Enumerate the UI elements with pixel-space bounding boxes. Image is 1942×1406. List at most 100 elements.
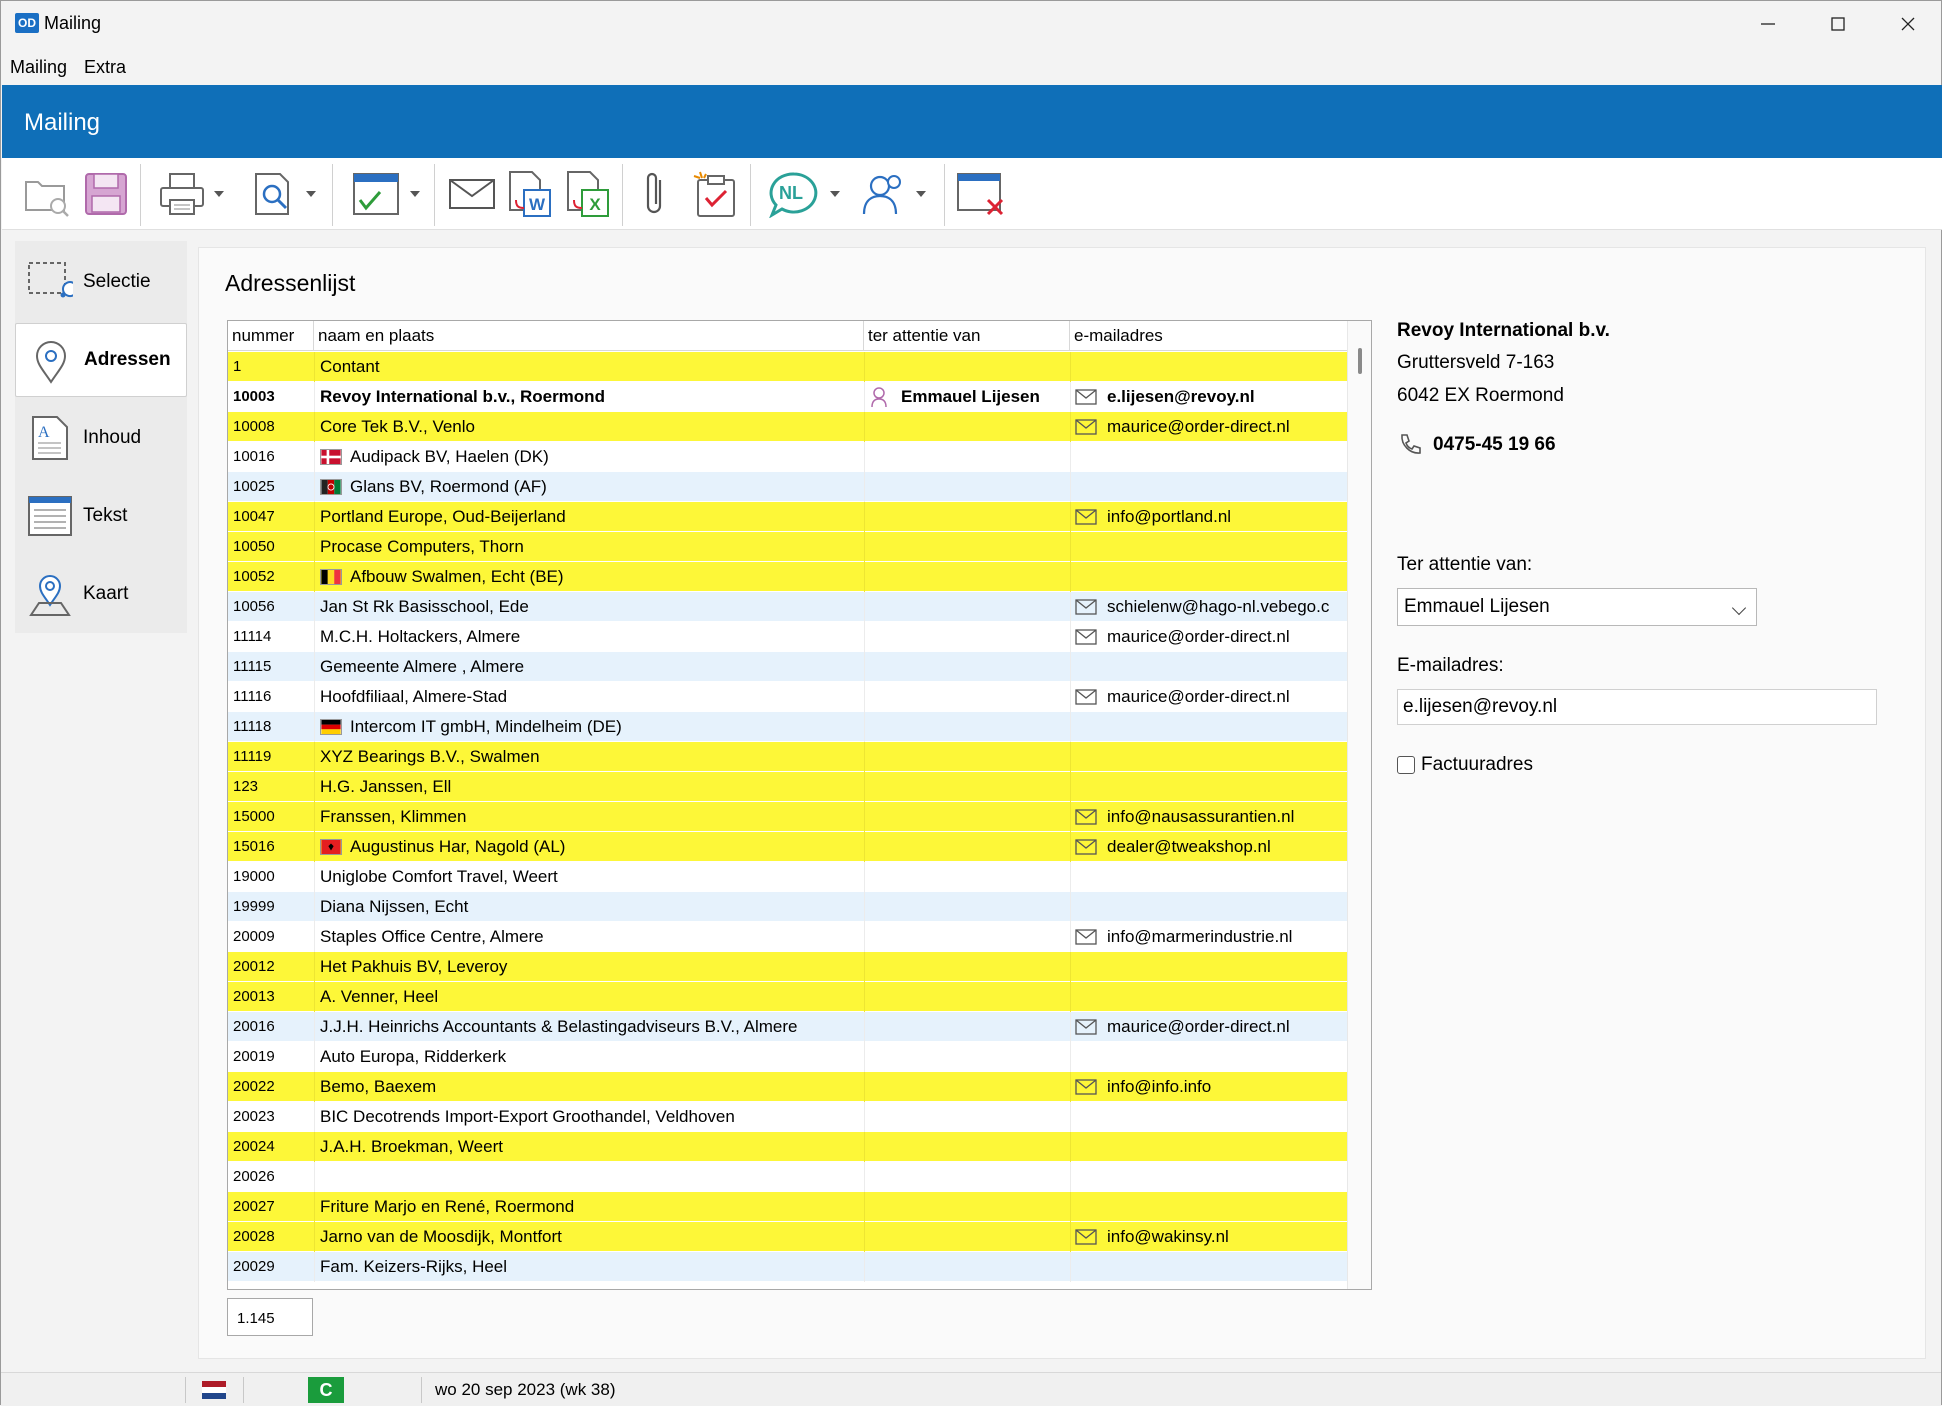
table-row[interactable]: 11116 Hoofdfiliaal, Almere-Stad maurice@or…	[228, 681, 1348, 712]
email-label: E-mailadres:	[1397, 655, 1504, 676]
cell-nummer: 11114	[233, 628, 272, 645]
menu-extra[interactable]: Extra	[84, 57, 126, 78]
select-dropdown-icon[interactable]	[410, 191, 420, 197]
cell-naam-text: J.A.H. Broekman, Weert	[320, 1136, 503, 1156]
nav-item-selectie[interactable]: Selectie	[15, 245, 187, 319]
email-button[interactable]	[448, 166, 496, 222]
table-row[interactable]: 20009 Staples Office Centre, Almere info@m…	[228, 921, 1348, 952]
table-row[interactable]: 20013 A. Venner, Heel	[228, 981, 1348, 1012]
phone-icon	[1401, 434, 1421, 454]
cell-nummer: 20022	[233, 1078, 275, 1095]
scroll-thumb[interactable]	[1358, 348, 1362, 374]
table-row[interactable]: 11115 Gemeente Almere , Almere	[228, 651, 1348, 682]
table-row[interactable]: 10056 Jan St Rk Basisschool, Ede schielenw…	[228, 591, 1348, 622]
table-row[interactable]: 10052 Afbouw Swalmen, Echt (BE)	[228, 561, 1348, 592]
flag-af-icon	[320, 478, 342, 495]
vertical-scrollbar[interactable]	[1347, 321, 1371, 1289]
table-row[interactable]: 15000 Franssen, Klimmen info@nausassuranti…	[228, 801, 1348, 832]
cell-naam: BIC Decotrends Import-Export Groothandel…	[314, 1101, 864, 1132]
close-button[interactable]	[1873, 1, 1942, 47]
nav-item-kaart[interactable]: Kaart	[15, 557, 187, 631]
table-row[interactable]: 20027 Friture Marjo en René, Roermond	[228, 1191, 1348, 1222]
column-header-email[interactable]: e-mailadres	[1070, 321, 1348, 350]
select-all-button[interactable]	[352, 166, 420, 222]
table-row[interactable]: 11114 M.C.H. Holtackers, Almere maurice@or…	[228, 621, 1348, 652]
cell-nummer: 20009	[233, 928, 275, 945]
cell-attentie	[864, 981, 1070, 1012]
table-row[interactable]: 10008 Core Tek B.V., Venlo maurice@order-d…	[228, 411, 1348, 442]
text-lines-icon	[28, 496, 72, 536]
table-row[interactable]: 123 H.G. Janssen, Ell	[228, 771, 1348, 802]
envelope-icon	[1075, 1228, 1097, 1245]
cell-naam: Revoy International b.v., Roermond	[314, 381, 864, 412]
table-row[interactable]: 20024 J.A.H. Broekman, Weert	[228, 1131, 1348, 1162]
table-row[interactable]: 1 Contant	[228, 351, 1348, 382]
minimize-button[interactable]	[1733, 1, 1803, 47]
cell-email-text: schielenw@hago-nl.vebego.c	[1107, 596, 1330, 616]
table-row[interactable]: 19999 Diana Nijssen, Echt	[228, 891, 1348, 922]
attachment-button[interactable]	[638, 166, 674, 222]
table-row[interactable]: 20019 Auto Europa, Ridderkerk	[228, 1041, 1348, 1072]
detail-phone[interactable]: 0475-45 19 66	[1433, 434, 1556, 456]
column-header-naam[interactable]: naam en plaats	[314, 321, 864, 350]
cell-attentie	[864, 891, 1070, 922]
table-row[interactable]: 20022 Bemo, Baexem info@info.info	[228, 1071, 1348, 1102]
menu-mailing[interactable]: Mailing	[10, 57, 67, 78]
invoice-address-checkbox-row[interactable]: Factuuradres	[1397, 754, 1533, 776]
table-row[interactable]: 11119 XYZ Bearings B.V., Swalmen	[228, 741, 1348, 772]
table-row[interactable]: 11118 Intercom IT gmbH, Mindelheim (DE)	[228, 711, 1348, 742]
close-window-button[interactable]	[956, 166, 1006, 222]
contact-dropdown-icon[interactable]	[916, 191, 926, 197]
nav-item-inhoud[interactable]: A Inhoud	[15, 401, 187, 475]
table-row[interactable]: 20026	[228, 1161, 1348, 1192]
preview-dropdown-icon[interactable]	[306, 191, 316, 197]
cell-attentie	[864, 1251, 1070, 1282]
preview-button[interactable]	[252, 166, 316, 222]
cell-attentie	[864, 441, 1070, 472]
cell-attentie	[864, 561, 1070, 592]
cell-nummer: 20029	[233, 1258, 275, 1275]
table-row[interactable]: 20016 J.J.H. Heinrichs Accountants & Bela…	[228, 1011, 1348, 1042]
export-excel-button[interactable]: X	[564, 166, 612, 222]
invoice-address-checkbox[interactable]	[1397, 756, 1415, 774]
table-row[interactable]: 10016 Audipack BV, Haelen (DK)	[228, 441, 1348, 472]
cell-email: maurice@order-direct.nl	[1070, 1011, 1348, 1042]
print-dropdown-icon[interactable]	[214, 191, 224, 197]
attention-select[interactable]: Emmauel Lijesen	[1397, 588, 1757, 626]
cell-naam-text: Jan St Rk Basisschool, Ede	[320, 596, 529, 616]
language-button[interactable]: NL	[768, 166, 840, 222]
language-dropdown-icon[interactable]	[830, 191, 840, 197]
table-row[interactable]: 20023 BIC Decotrends Import-Export Grooth…	[228, 1101, 1348, 1132]
new-task-button[interactable]	[692, 166, 740, 222]
table-row[interactable]: 10003 Revoy International b.v., Roermond E…	[228, 381, 1348, 412]
cell-email: dealer@tweakshop.nl	[1070, 831, 1348, 862]
contact-button[interactable]	[860, 166, 926, 222]
print-button[interactable]	[158, 166, 224, 222]
email-field[interactable]: e.lijesen@revoy.nl	[1397, 689, 1877, 725]
nav-item-tekst[interactable]: Tekst	[15, 479, 187, 553]
table-row[interactable]: 20029 Fam. Keizers-Rijks, Heel	[228, 1251, 1348, 1282]
table-row[interactable]: 10047 Portland Europe, Oud-Beijerland info…	[228, 501, 1348, 532]
cell-naam: Diana Nijssen, Echt	[314, 891, 864, 922]
maximize-button[interactable]	[1803, 1, 1873, 47]
export-word-button[interactable]: W	[506, 166, 554, 222]
cell-nummer: 20016	[233, 1018, 275, 1035]
nav-item-adressen[interactable]: Adressen	[15, 323, 187, 397]
cell-naam: J.J.H. Heinrichs Accountants & Belasting…	[314, 1011, 864, 1042]
open-button[interactable]	[22, 166, 72, 222]
cell-naam-text: XYZ Bearings B.V., Swalmen	[320, 746, 540, 766]
column-header-attentie[interactable]: ter attentie van	[864, 321, 1070, 350]
address-grid[interactable]: nummer naam en plaats ter attentie van e…	[227, 320, 1372, 1290]
table-row[interactable]: 15016 Augustinus Har, Nagold (AL) dealer@t…	[228, 831, 1348, 862]
cell-attentie	[864, 861, 1070, 892]
table-row[interactable]: 10050 Procase Computers, Thorn	[228, 531, 1348, 562]
document-icon: A	[32, 416, 68, 460]
table-row[interactable]: 19000 Uniglobe Comfort Travel, Weert	[228, 861, 1348, 892]
open-folder-icon	[25, 181, 69, 217]
column-header-nummer[interactable]: nummer	[228, 321, 314, 350]
save-button[interactable]	[84, 166, 130, 222]
table-row[interactable]: 20012 Het Pakhuis BV, Leveroy	[228, 951, 1348, 982]
table-row[interactable]: 20028 Jarno van de Moosdijk, Montfort info…	[228, 1221, 1348, 1252]
cell-attentie	[864, 1161, 1070, 1192]
table-row[interactable]: 10025 Glans BV, Roermond (AF)	[228, 471, 1348, 502]
